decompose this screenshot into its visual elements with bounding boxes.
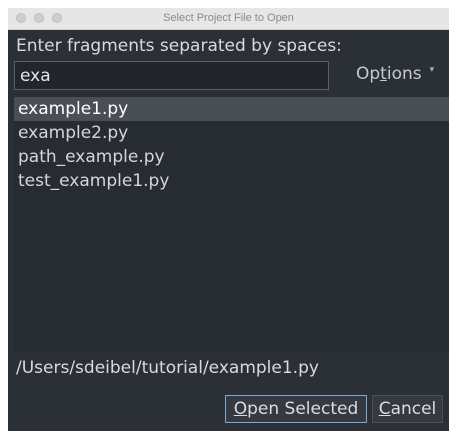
file-list-item[interactable]: example2.py — [14, 121, 449, 145]
open-selected-button[interactable]: Open Selected — [225, 395, 367, 423]
file-list-item[interactable]: path_example.py — [14, 145, 449, 169]
options-label-part: Op — [356, 64, 381, 84]
chevron-down-icon: ▾ — [429, 65, 435, 75]
cancel-button[interactable]: Cancel — [372, 395, 443, 423]
cancel-label-rest: ancel — [390, 399, 437, 419]
file-list-item[interactable]: test_example1.py — [14, 169, 449, 193]
options-label-part: ions — [386, 64, 422, 84]
window-title: Select Project File to Open — [163, 12, 294, 24]
cancel-mnemonic: C — [378, 399, 391, 419]
selected-file-path: /Users/sdeibel/tutorial/example1.py — [16, 358, 319, 378]
fragments-search-input[interactable] — [14, 61, 329, 90]
open-mnemonic: O — [233, 399, 248, 419]
file-list[interactable]: example1.py example2.py path_example.py … — [14, 97, 449, 353]
dialog-window: Select Project File to Open Enter fragme… — [8, 8, 449, 431]
file-list-item[interactable]: example1.py — [14, 97, 449, 121]
title-bar: Select Project File to Open — [8, 8, 449, 30]
options-mnemonic: t — [380, 64, 387, 84]
fragments-prompt-label: Enter fragments separated by spaces: — [16, 36, 342, 56]
options-menu-button[interactable]: Options ▾ — [356, 64, 434, 84]
open-label-rest: pen Selected — [247, 399, 359, 419]
